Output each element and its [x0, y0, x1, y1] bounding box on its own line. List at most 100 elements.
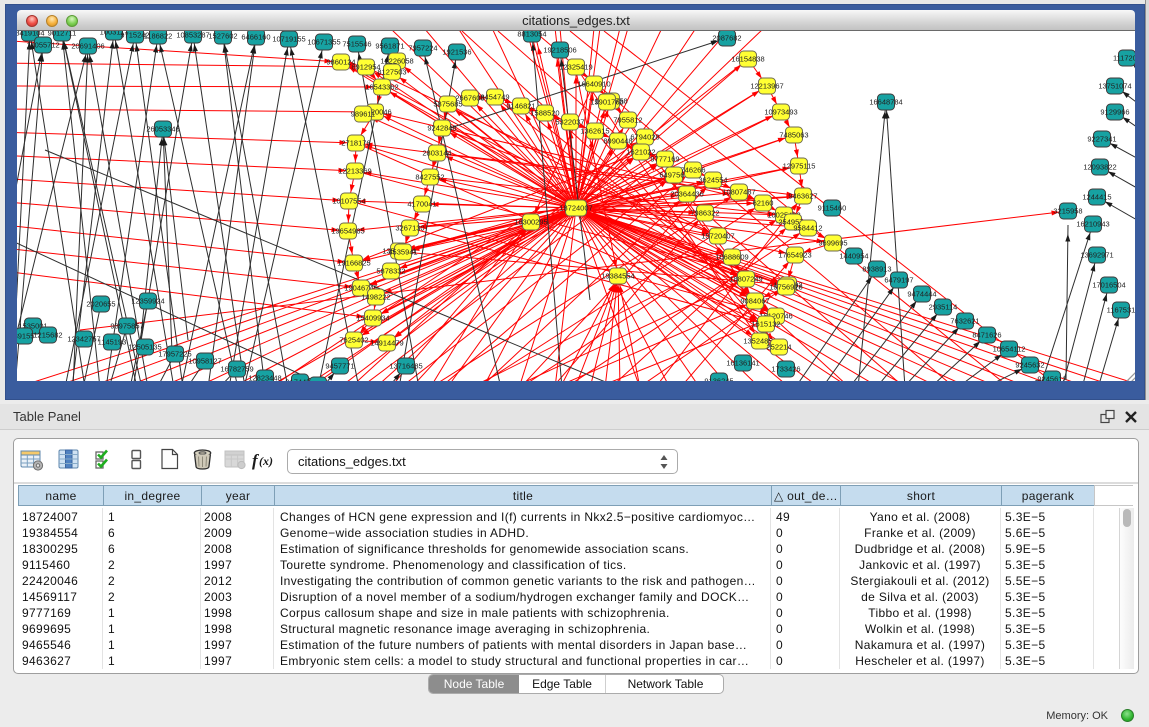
svg-text:8912954: 8912954 [351, 63, 380, 72]
svg-text:8990448: 8990448 [603, 137, 632, 146]
svg-text:1733426: 1733426 [771, 365, 800, 374]
svg-text:9012711: 9012711 [48, 31, 77, 38]
svg-text:(x): (x) [259, 454, 273, 468]
svg-text:1921536: 1921536 [442, 48, 471, 57]
svg-text:10107554: 10107554 [332, 197, 365, 206]
svg-text:18300295: 18300295 [514, 218, 547, 227]
svg-text:18724007: 18724007 [559, 204, 592, 213]
svg-text:18807249: 18807249 [729, 275, 762, 284]
svg-text:13692971: 13692971 [1080, 251, 1113, 260]
svg-text:9584412: 9584412 [793, 224, 822, 233]
svg-text:16640910: 16640910 [577, 80, 610, 89]
svg-text:13751074: 13751074 [1098, 82, 1131, 91]
svg-text:7515546: 7515546 [342, 40, 371, 49]
svg-text:12093822: 12093822 [1083, 163, 1116, 172]
svg-text:1588520: 1588520 [530, 109, 559, 118]
svg-text:8938913: 8938913 [862, 265, 891, 274]
svg-text:12325419: 12325419 [559, 63, 592, 72]
svg-text:39155: 39155 [17, 332, 34, 341]
svg-text:9699695: 9699695 [818, 239, 847, 248]
svg-text:26053346: 26053346 [146, 125, 179, 134]
svg-text:10671355: 10671355 [307, 38, 340, 47]
svg-text:19654985: 19654985 [331, 227, 364, 236]
svg-text:10958127: 10958127 [188, 357, 221, 366]
svg-text:5878332: 5878332 [376, 267, 405, 276]
svg-text:7957224: 7957224 [408, 44, 437, 53]
svg-text:2935114: 2935114 [929, 303, 958, 312]
svg-text:1186822: 1186822 [144, 32, 173, 41]
svg-text:1615132: 1615132 [751, 320, 780, 329]
svg-text:2803144: 2803144 [422, 149, 451, 158]
svg-text:989611: 989611 [351, 110, 375, 119]
svg-text:9242848: 9242848 [427, 124, 456, 133]
svg-text:10654112: 10654112 [993, 345, 1026, 354]
svg-text:915532: 915532 [305, 381, 330, 382]
svg-text:12213967: 12213967 [750, 82, 783, 91]
svg-text:14055712: 14055712 [26, 41, 59, 50]
svg-text:16136141: 16136141 [726, 359, 759, 368]
svg-text:3267130: 3267130 [395, 224, 424, 233]
svg-text:20364436: 20364436 [670, 190, 703, 199]
svg-text:12823448: 12823448 [248, 374, 281, 382]
svg-text:9457771: 9457771 [325, 362, 354, 371]
svg-text:5322037: 5322037 [555, 118, 584, 127]
svg-text:8127503: 8127503 [377, 68, 406, 77]
svg-text:9227341: 9227341 [1087, 135, 1116, 144]
svg-text:9245612: 9245612 [1037, 375, 1066, 382]
svg-text:3215958: 3215958 [1053, 207, 1082, 216]
svg-text:17016504: 17016504 [1092, 281, 1125, 290]
svg-text:9129966: 9129966 [1100, 108, 1129, 117]
svg-text:62160: 62160 [753, 199, 774, 208]
svg-text:14914479: 14914479 [370, 339, 403, 348]
svg-text:7986322: 7986322 [690, 209, 719, 218]
svg-text:6794028: 6794028 [630, 133, 659, 142]
svg-text:8454749: 8454749 [480, 93, 509, 102]
svg-text:12213369: 12213369 [338, 167, 371, 176]
svg-text:10688609: 10688609 [715, 253, 748, 262]
svg-text:1215682: 1215682 [33, 331, 62, 340]
svg-text:19756928: 19756928 [769, 283, 802, 292]
svg-text:16210943: 16210943 [1076, 220, 1109, 229]
svg-text:9084067: 9084067 [740, 297, 769, 306]
svg-text:12975115: 12975115 [783, 162, 816, 171]
svg-text:13716485: 13716485 [389, 362, 422, 371]
svg-text:9474444: 9474444 [907, 290, 936, 299]
svg-text:9463627: 9463627 [788, 192, 817, 201]
svg-text:8471626: 8471626 [972, 331, 1001, 340]
svg-text:8427552: 8427552 [415, 173, 444, 182]
svg-text:19218506: 19218506 [543, 46, 576, 55]
svg-text:4535941: 4535941 [388, 248, 417, 257]
svg-text:16648784: 16648784 [869, 98, 902, 107]
svg-text:1167531: 1167531 [1107, 306, 1135, 315]
svg-text:1145193: 1145193 [98, 338, 127, 347]
svg-text:1117204: 1117204 [1113, 54, 1135, 63]
svg-text:17654923: 17654923 [778, 251, 811, 260]
svg-text:2020655: 2020655 [86, 300, 115, 309]
svg-text:19166825: 19166825 [337, 259, 370, 268]
svg-text:93975857: 93975857 [110, 322, 143, 331]
svg-text:9245632: 9245632 [1015, 361, 1044, 370]
svg-text:19384554: 19384554 [601, 272, 634, 281]
svg-text:9777169: 9777169 [650, 155, 679, 164]
svg-text:10807487: 10807487 [722, 188, 755, 197]
svg-text:746266: 746266 [680, 166, 705, 175]
svg-text:19901768: 19901768 [590, 98, 623, 107]
svg-text:10853287: 10853287 [176, 31, 209, 40]
svg-text:4170041: 4170041 [407, 200, 436, 209]
svg-text:7625402: 7625402 [339, 336, 368, 345]
svg-text:10973493: 10973493 [764, 108, 797, 117]
svg-text:16782759: 16782759 [220, 365, 253, 374]
svg-text:9115460: 9115460 [818, 204, 847, 213]
svg-text:252214: 252214 [766, 343, 791, 352]
svg-text:6466160: 6466160 [241, 33, 270, 42]
svg-text:1362615: 1362615 [580, 127, 609, 136]
svg-text:3624554: 3624554 [698, 176, 727, 185]
svg-text:7632621: 7632621 [950, 317, 979, 326]
svg-text:20691406: 20691406 [71, 42, 104, 51]
svg-text:10719155: 10719155 [272, 35, 305, 44]
svg-text:17957225: 17957225 [158, 350, 191, 359]
svg-text:9136245: 9136245 [704, 377, 733, 382]
svg-text:1244415: 1244415 [1082, 193, 1111, 202]
svg-text:12342757: 12342757 [67, 335, 100, 344]
svg-text:7955812: 7955812 [613, 116, 642, 125]
